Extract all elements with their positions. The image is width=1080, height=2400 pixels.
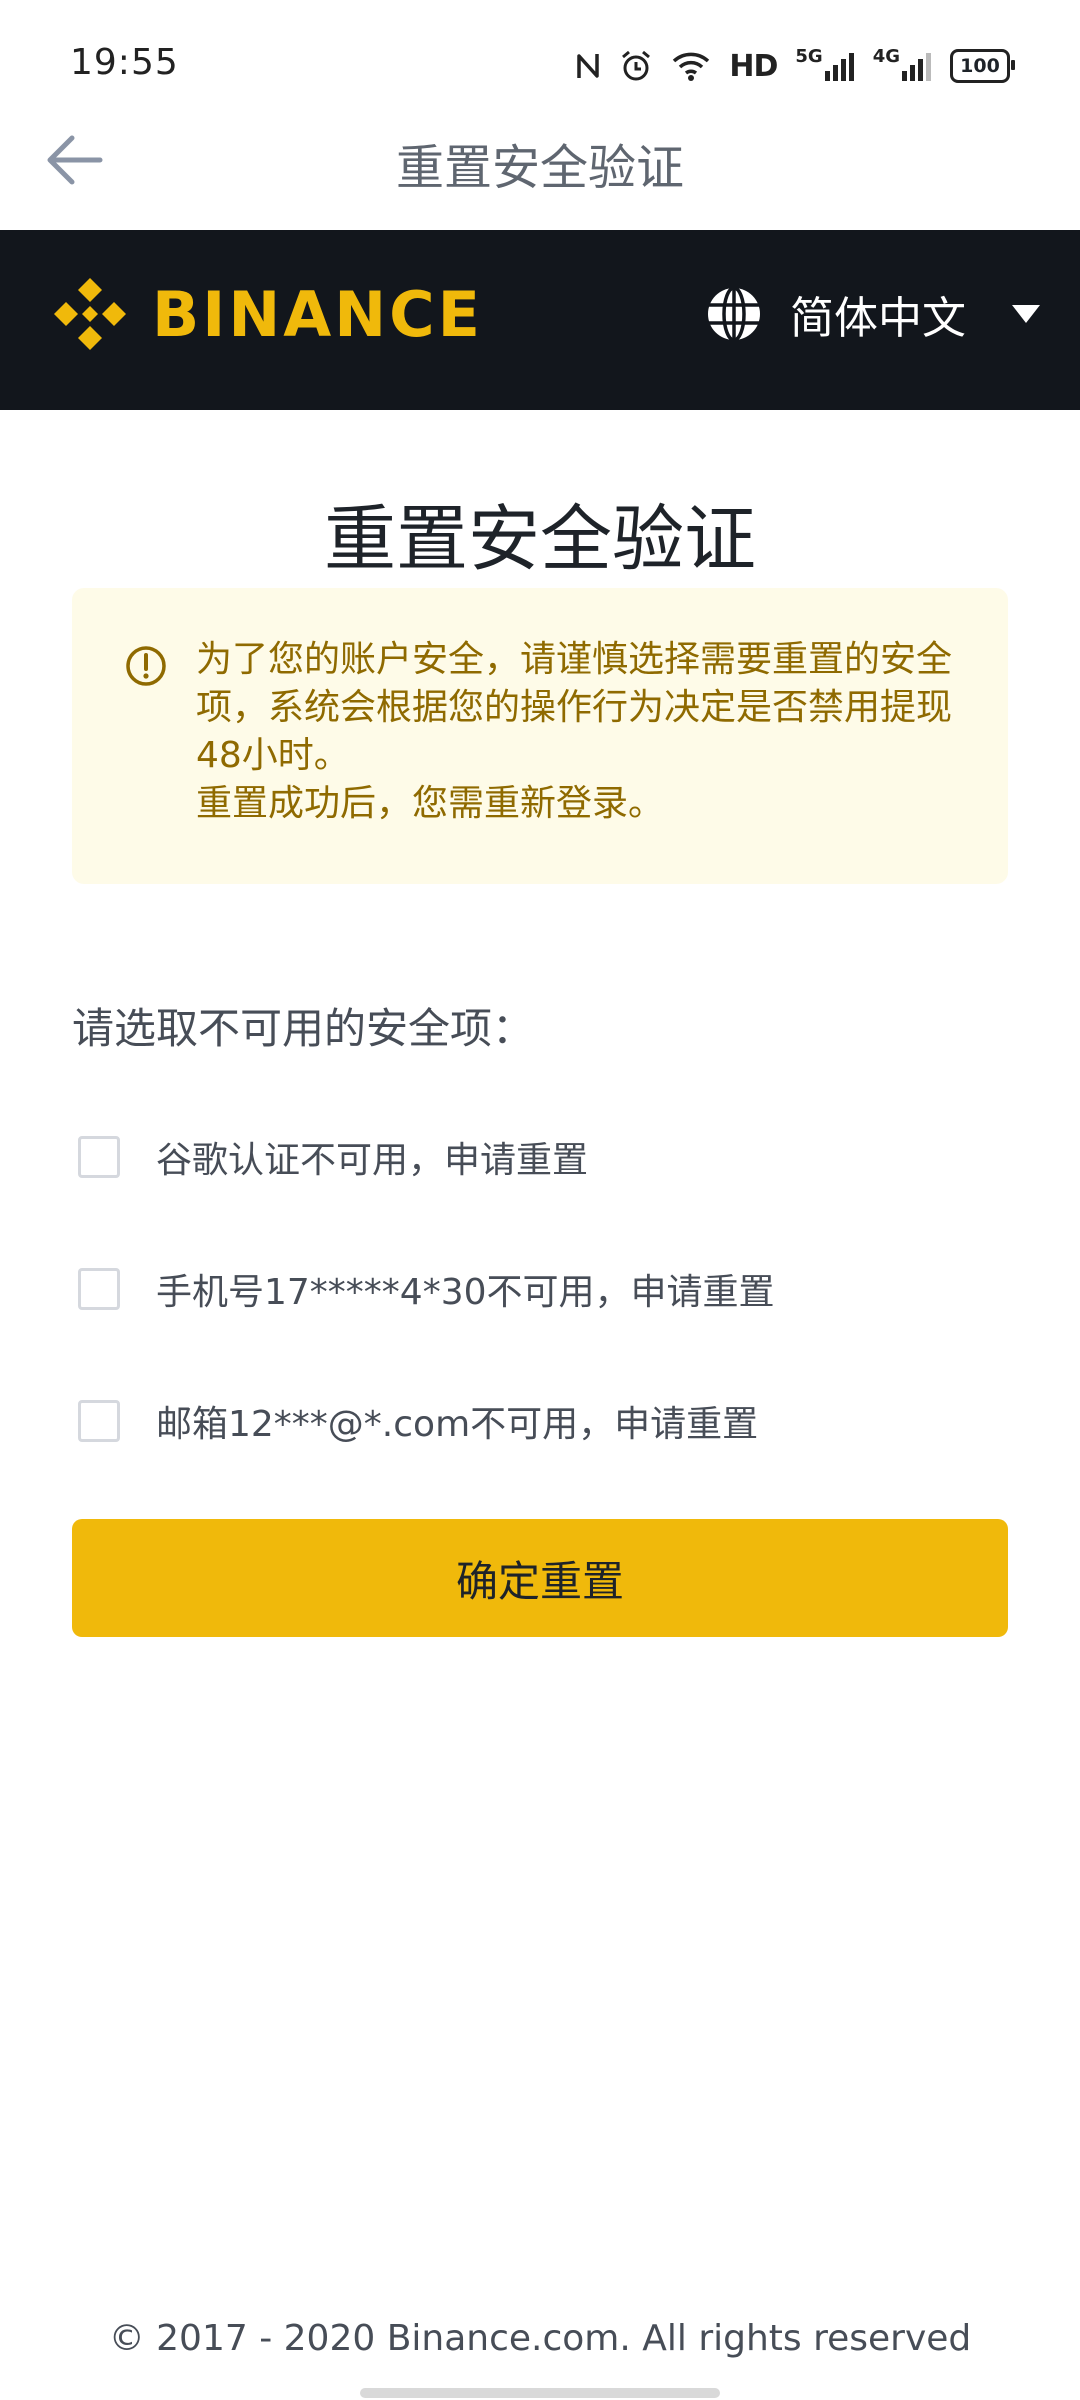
language-switcher[interactable]: 简体中文	[706, 282, 1040, 346]
checkbox[interactable]	[78, 1268, 120, 1310]
notice-line-2: 重置成功后，您需重新登录。	[196, 783, 665, 824]
option-email[interactable]: 邮箱12***@*.com不可用，申请重置	[78, 1395, 758, 1447]
net-4g-label: 4G	[872, 45, 900, 67]
brand-name: BINANCE	[152, 277, 483, 351]
home-indicator[interactable]	[360, 2388, 720, 2398]
battery-icon: 100	[950, 49, 1015, 83]
option-label: 手机号17*****4*30不可用，申请重置	[156, 1272, 775, 1313]
status-time: 19:55	[70, 42, 179, 83]
option-phone[interactable]: 手机号17*****4*30不可用，申请重置	[78, 1263, 775, 1315]
chevron-down-icon	[1012, 305, 1040, 323]
globe-icon	[708, 286, 760, 342]
warning-circle-icon	[126, 646, 166, 686]
language-label: 简体中文	[790, 293, 966, 344]
net-5g-label: 5G	[795, 45, 823, 67]
notice-text: 为了您的账户安全，请谨慎选择需要重置的安全项，系统会根据您的操作行为决定是否禁用…	[196, 636, 986, 828]
status-icons: HD 5G 4G 100	[575, 46, 1015, 86]
hd-icon: HD	[729, 48, 778, 84]
option-label: 邮箱12***@*.com不可用，申请重置	[156, 1404, 759, 1445]
nfc-icon	[575, 46, 601, 86]
alarm-icon	[619, 46, 653, 86]
notice-line-1: 为了您的账户安全，请谨慎选择需要重置的安全项，系统会根据您的操作行为决定是否禁用…	[196, 639, 953, 776]
warning-notice: 为了您的账户安全，请谨慎选择需要重置的安全项，系统会根据您的操作行为决定是否禁用…	[72, 588, 1008, 884]
status-bar: 19:55 HD 5G 4G 100	[0, 0, 1080, 130]
section-label: 请选取不可用的安全项：	[72, 1004, 535, 1053]
binance-logo[interactable]: BINANCE	[48, 272, 483, 356]
brand-bar: BINANCE 简体中文	[0, 230, 1080, 410]
signal-4g-icon: 4G	[873, 46, 932, 86]
option-google-auth[interactable]: 谷歌认证不可用，申请重置	[78, 1131, 588, 1183]
wifi-icon	[671, 46, 711, 86]
binance-diamond-icon	[54, 278, 126, 350]
copyright-footer: © 2017 - 2020 Binance.com. All rights re…	[108, 2318, 972, 2359]
header-title: 重置安全验证	[395, 140, 684, 196]
option-label: 谷歌认证不可用，申请重置	[156, 1140, 589, 1181]
page-title: 重置安全验证	[323, 497, 756, 581]
checkbox[interactable]	[78, 1136, 120, 1178]
confirm-reset-button[interactable]: 确定重置	[72, 1519, 1008, 1637]
signal-5g-icon: 5G	[795, 46, 854, 86]
checkbox[interactable]	[78, 1400, 120, 1442]
